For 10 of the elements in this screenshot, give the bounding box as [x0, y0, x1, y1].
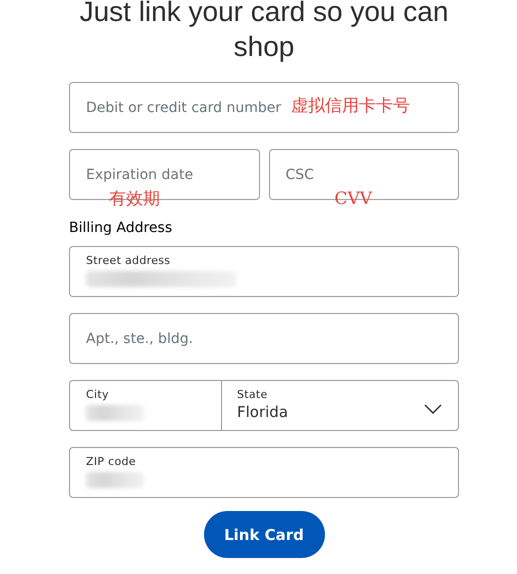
link-card-button[interactable]: Link Card	[204, 511, 324, 558]
page-heading: Just link your card so you can shop	[78, 0, 450, 64]
text-field[interactable]: Apt., ste., bldg.	[69, 313, 459, 364]
section-title: Billing Address	[69, 220, 174, 236]
text-field[interactable]: ZIP code	[69, 447, 459, 498]
field-label: Street address	[86, 254, 170, 267]
annotation: 虚拟信用卡卡号	[291, 95, 410, 117]
redaction-blur	[86, 472, 144, 488]
field-label: ZIP code	[86, 455, 136, 468]
text-field[interactable]: Street address	[69, 246, 459, 297]
